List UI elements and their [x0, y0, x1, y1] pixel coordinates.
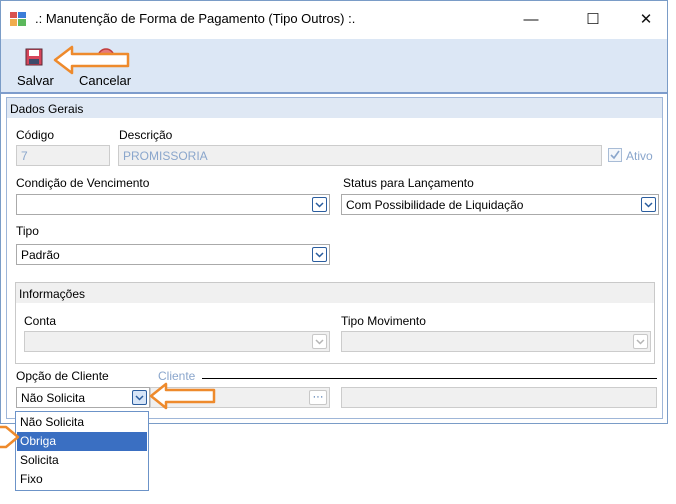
tipo-select[interactable]: Padrão	[16, 244, 330, 265]
dropdown-option-fixo[interactable]: Fixo	[17, 470, 147, 489]
conta-select[interactable]	[24, 331, 330, 352]
opcao-cliente-label: Opção de Cliente	[16, 369, 109, 383]
opcao-cliente-dropdown-list: Não Solicita Obriga Solicita Fixo	[15, 411, 149, 491]
cliente-name-field[interactable]	[341, 387, 657, 408]
tipo-movimento-select[interactable]	[341, 331, 651, 352]
tipo-movimento-label: Tipo Movimento	[341, 314, 426, 328]
tipo-value: Padrão	[21, 248, 60, 262]
chevron-down-icon[interactable]	[641, 197, 656, 212]
lookup-ellipsis-icon[interactable]: ···	[309, 390, 327, 405]
descricao-value: PROMISSORIA	[123, 149, 208, 163]
condicao-vencimento-select[interactable]	[16, 194, 330, 215]
cliente-divider	[202, 378, 657, 379]
status-lancamento-label: Status para Lançamento	[343, 176, 474, 190]
annotation-arrow-option	[0, 425, 20, 449]
informacoes-title: Informações	[19, 287, 86, 301]
floppy-disk-icon	[25, 48, 43, 66]
codigo-label: Código	[16, 128, 55, 142]
descricao-field[interactable]: PROMISSORIA	[118, 145, 602, 166]
status-lancamento-value: Com Possibilidade de Liquidação	[346, 198, 524, 212]
tipo-label: Tipo	[16, 224, 39, 238]
chevron-down-icon[interactable]	[132, 390, 147, 405]
chevron-down-icon[interactable]	[312, 247, 327, 262]
ativo-label: Ativo	[626, 149, 653, 163]
minimize-button[interactable]: —	[510, 4, 552, 34]
opcao-cliente-value: Não Solicita	[21, 391, 86, 405]
codigo-field[interactable]: 7	[16, 145, 110, 166]
chevron-down-icon[interactable]	[633, 334, 648, 349]
dropdown-option-obriga[interactable]: Obriga	[17, 432, 147, 451]
descricao-label: Descrição	[119, 128, 173, 142]
condicao-vencimento-label: Condição de Vencimento	[16, 176, 150, 190]
ativo-checkbox[interactable]	[608, 148, 622, 162]
window-title: .: Manutenção de Forma de Pagamento (Tip…	[35, 11, 356, 26]
save-label: Salvar	[17, 73, 54, 88]
codigo-value: 7	[21, 149, 28, 163]
annotation-arrow-save	[53, 45, 130, 75]
app-icon	[10, 12, 26, 26]
informacoes-header	[16, 283, 654, 303]
dados-gerais-header	[7, 98, 662, 118]
dados-gerais-title: Dados Gerais	[10, 102, 84, 116]
save-button[interactable]: Salvar	[14, 42, 56, 92]
close-button[interactable]: ✕	[625, 4, 667, 34]
chevron-down-icon[interactable]	[312, 197, 327, 212]
check-icon	[610, 150, 620, 160]
status-lancamento-select[interactable]: Com Possibilidade de Liquidação	[341, 194, 659, 215]
annotation-arrow-dropdown	[149, 382, 216, 410]
chevron-down-icon[interactable]	[312, 334, 327, 349]
dropdown-option-solicita[interactable]: Solicita	[17, 451, 147, 470]
maximize-button[interactable]: ☐	[572, 4, 614, 34]
conta-label: Conta	[24, 314, 57, 328]
dropdown-option-nao-solicita[interactable]: Não Solicita	[17, 413, 147, 432]
opcao-cliente-select[interactable]: Não Solicita	[16, 387, 150, 408]
